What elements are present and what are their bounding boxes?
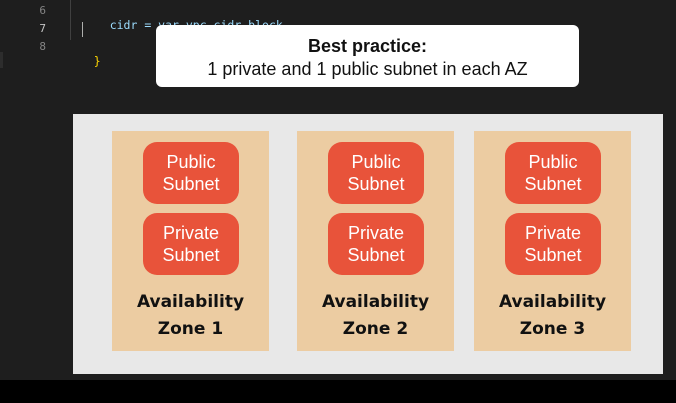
- private-subnet: Private Subnet: [328, 213, 424, 275]
- line-number: 6: [39, 4, 46, 17]
- gutter-marker: [0, 52, 3, 68]
- public-subnet: Public Subnet: [143, 142, 239, 204]
- text-cursor: [82, 22, 83, 37]
- zone-label-line: Availability: [136, 292, 245, 312]
- public-subnet: Public Subnet: [505, 142, 601, 204]
- vpc-diagram: Public Subnet Private Subnet Availabilit…: [73, 114, 663, 374]
- callout-subtitle: 1 private and 1 public subnet in each AZ: [207, 59, 528, 79]
- subnet-label-line: Public: [166, 152, 216, 172]
- subnet-label-line: Subnet: [347, 245, 405, 265]
- line-number: 8: [39, 40, 46, 53]
- subnet-label-line: Public: [351, 152, 401, 172]
- subnet-label-line: Private: [162, 223, 220, 243]
- availability-zone-2: Public Subnet Private Subnet Availabilit…: [297, 131, 454, 351]
- zone-label: Availability Zone 3: [474, 289, 631, 343]
- subnet-label-line: Subnet: [162, 245, 220, 265]
- private-subnet: Private Subnet: [143, 213, 239, 275]
- private-subnet: Private Subnet: [505, 213, 601, 275]
- zone-label-line: Zone 3: [519, 319, 586, 339]
- availability-zone-1: Public Subnet Private Subnet Availabilit…: [112, 131, 269, 351]
- zone-label-line: Zone 1: [157, 319, 224, 339]
- availability-zone-3: Public Subnet Private Subnet Availabilit…: [474, 131, 631, 351]
- subnet-label-line: Subnet: [162, 174, 220, 194]
- line-number: 7: [39, 22, 46, 35]
- indent-guide: [70, 0, 71, 40]
- public-subnet: Public Subnet: [328, 142, 424, 204]
- zone-label: Availability Zone 2: [297, 289, 454, 343]
- subnet-label-line: Subnet: [347, 174, 405, 194]
- subnet-label-line: Private: [524, 223, 582, 243]
- zone-label-line: Availability: [321, 292, 430, 312]
- zone-label: Availability Zone 1: [112, 289, 269, 343]
- subnet-label-line: Subnet: [524, 245, 582, 265]
- subnet-label-line: Public: [528, 152, 578, 172]
- bottom-bar: [0, 380, 676, 403]
- subnet-label-line: Subnet: [524, 174, 582, 194]
- subnet-label-line: Private: [347, 223, 405, 243]
- best-practice-callout: Best practice: 1 private and 1 public su…: [156, 25, 579, 87]
- zone-label-line: Zone 2: [342, 319, 409, 339]
- code-line-8[interactable]: }: [66, 40, 101, 82]
- zone-label-line: Availability: [498, 292, 607, 312]
- callout-title: Best practice:: [307, 36, 428, 56]
- closing-brace: }: [93, 54, 101, 68]
